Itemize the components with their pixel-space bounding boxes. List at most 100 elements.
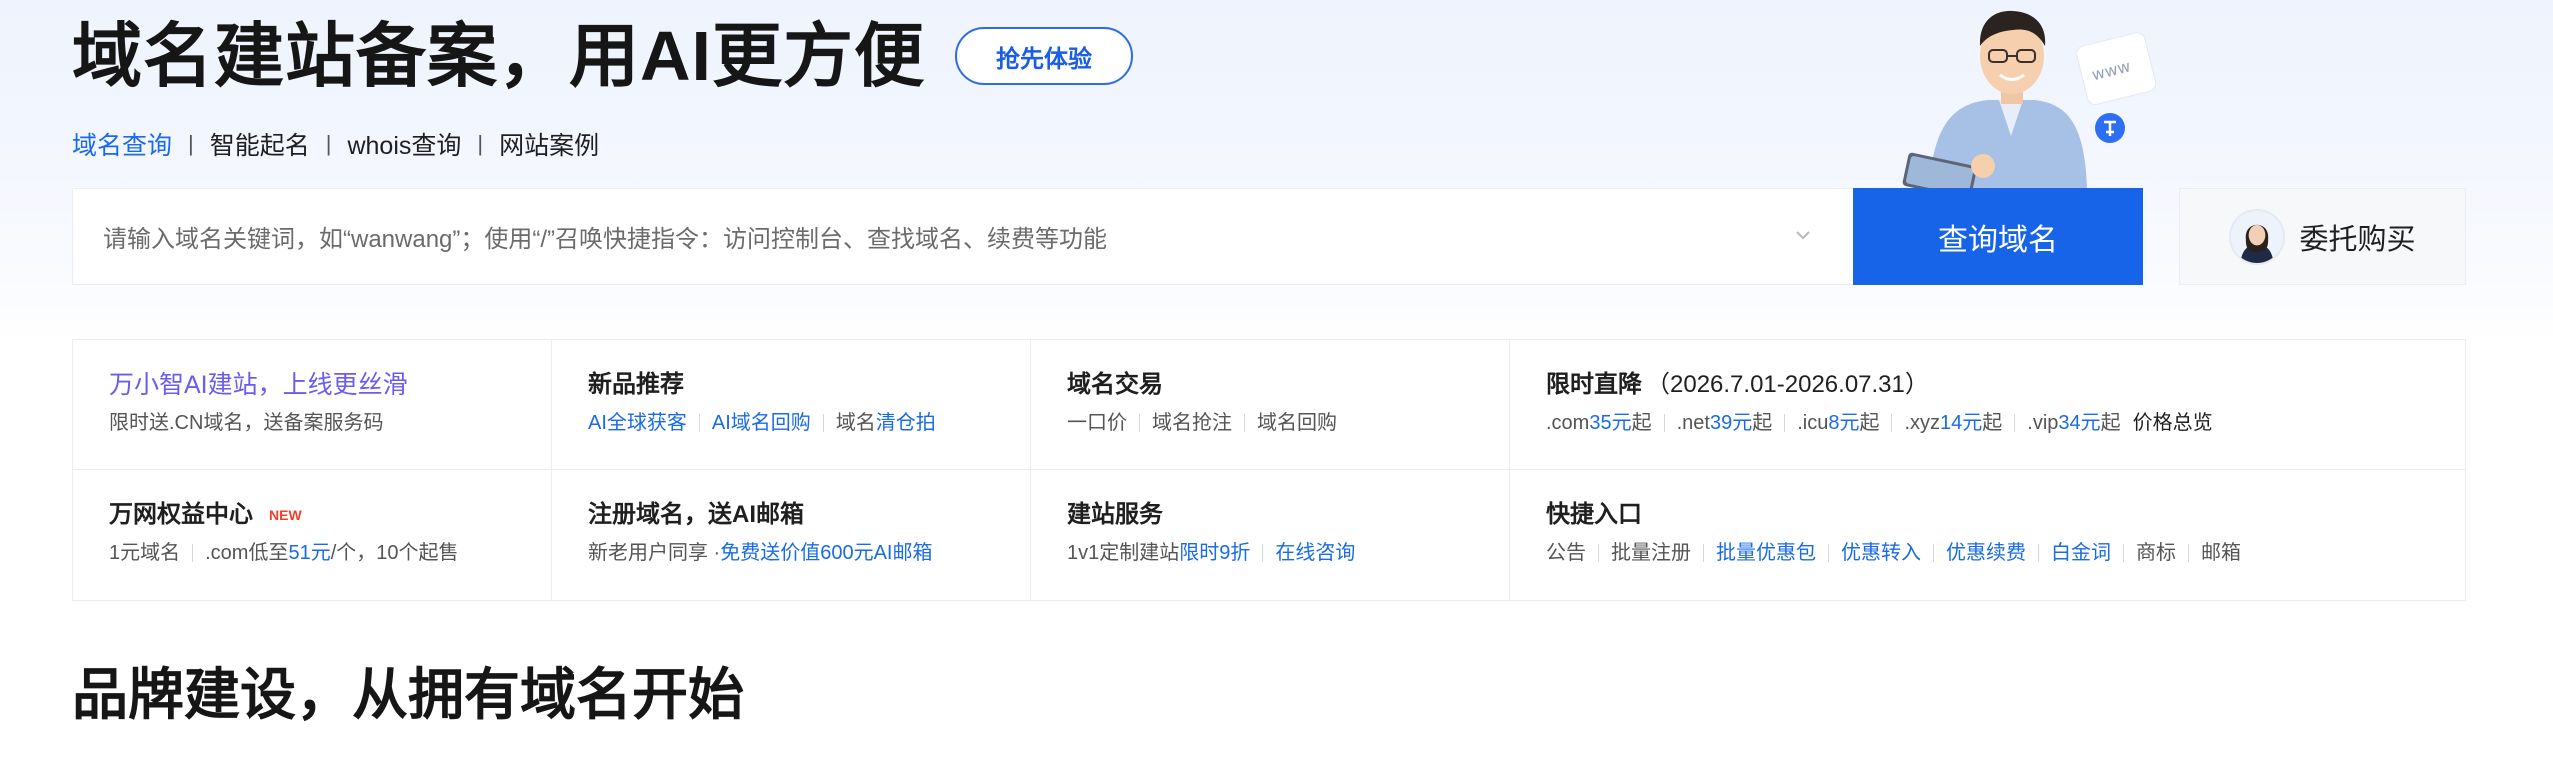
entrust-purchase-button[interactable]: 委托购买: [2179, 188, 2466, 285]
divider: [822, 414, 824, 432]
hero-title: 域名建站备案，用AI更方便: [72, 17, 925, 95]
link-custom-site[interactable]: 1v1定制建站 限时9折: [1067, 540, 1250, 566]
price-com[interactable]: .com 35元起: [1546, 410, 1652, 436]
tld-suffix: 起: [2100, 412, 2121, 434]
tld-label: .icu: [1797, 412, 1829, 434]
link-platinum-words[interactable]: 白金词: [2051, 540, 2111, 566]
tld-price: 34元: [2058, 412, 2101, 434]
tld-label: .xyz: [1904, 412, 1941, 434]
domain-clearance-link[interactable]: 清仓拍: [876, 410, 936, 436]
card-domain-trade: 域名交易 一口价 域名抢注 域名回购: [1031, 340, 1510, 470]
query-domain-button[interactable]: 查询域名: [1853, 188, 2143, 285]
divider: [1139, 414, 1140, 432]
try-now-button[interactable]: 抢先体验: [955, 27, 1133, 85]
sub-nav-separator: |: [188, 131, 194, 156]
link-trademark[interactable]: 商标: [2136, 540, 2176, 566]
link-domain-clearance[interactable]: 域名 清仓拍: [836, 410, 936, 436]
link-bulk-register[interactable]: 批量注册: [1611, 540, 1691, 566]
sub-nav-whois[interactable]: whois查询: [347, 126, 461, 162]
divider: [1784, 414, 1786, 432]
card-ai-site-sub: 限时送.CN域名，送备案服务码: [109, 412, 384, 434]
tld-label: .net: [1676, 412, 1710, 434]
custom-site-discount: 限时9折: [1179, 542, 1251, 564]
card-price-drop-prices: .com 35元起 .net 39元起 .icu 8元起 .xyz 14元起 .vip 3…: [1546, 410, 2465, 436]
link-mailbox[interactable]: 邮箱: [2201, 540, 2241, 566]
price-drop-title: 限时直降: [1546, 371, 1642, 398]
divider: [1828, 544, 1829, 562]
card-register: 注册域名，送AI邮箱 新老用户同享 · 免费送价值600元AI邮箱: [552, 470, 1031, 600]
com-price-suffix: /个，10个起售: [330, 542, 459, 564]
sub-nav-separator: |: [477, 131, 484, 156]
card-domain-trade-title: 域名交易: [1067, 371, 1163, 398]
new-badge: NEW: [269, 507, 302, 523]
divider: [2123, 544, 2124, 562]
link-bulk-discount-pack[interactable]: 批量优惠包: [1716, 540, 1816, 566]
section-title: 品牌建设，从拥有域名开始: [72, 663, 744, 726]
card-benefits-title: 万网权益中心 NEW: [109, 500, 551, 530]
tld-label: .com: [1546, 412, 1590, 434]
tld-suffix: 起: [1631, 412, 1652, 434]
link-domain-buyback[interactable]: 域名回购: [1257, 410, 1337, 436]
chevron-down-icon[interactable]: [1793, 225, 1813, 245]
register-prefix: 新老用户同享 ·: [588, 542, 721, 564]
card-new-products-links: AI全球获客 AI域名回购 域名 清仓拍: [588, 410, 1030, 436]
link-discount-transfer[interactable]: 优惠转入: [1841, 540, 1921, 566]
price-net[interactable]: .net 39元起: [1677, 410, 1773, 436]
card-site-service: 建站服务 1v1定制建站 限时9折 在线咨询: [1031, 470, 1510, 600]
custom-site-prefix: 1v1定制建站: [1067, 542, 1180, 564]
card-register-title: 注册域名，送AI邮箱: [588, 501, 804, 528]
card-quick-entry-links: 公告 批量注册 批量优惠包 优惠转入 优惠续费 白金词 商标 邮箱: [1546, 540, 2465, 566]
sub-nav-separator: |: [325, 131, 332, 156]
divider: [2188, 544, 2189, 562]
promo-grid: 万小智AI建站，上线更丝滑 限时送.CN域名，送备案服务码 新品推荐 AI全球获…: [72, 339, 2466, 601]
tld-suffix: 起: [1752, 412, 1773, 434]
card-ai-site-title[interactable]: 万小智AI建站，上线更丝滑: [109, 370, 551, 400]
sub-nav-smart-naming[interactable]: 智能起名: [210, 126, 310, 162]
link-com-bulk-price[interactable]: .com低至 51元/个，10个起售: [205, 540, 458, 566]
sub-nav-site-cases[interactable]: 网站案例: [499, 126, 599, 162]
sub-nav: 域名查询 | 智能起名 | whois查询 | 网站案例: [72, 126, 599, 162]
card-ai-site[interactable]: 万小智AI建站，上线更丝滑 限时送.CN域名，送备案服务码: [73, 340, 552, 470]
tld-label: .vip: [2027, 412, 2059, 434]
divider: [1933, 544, 1934, 562]
link-ai-domain-buyback[interactable]: AI域名回购: [712, 410, 811, 436]
tld-price: 39元: [1709, 412, 1753, 434]
sub-nav-domain-query[interactable]: 域名查询: [72, 126, 172, 162]
divider: [1598, 544, 1599, 562]
card-site-service-sub: 1v1定制建站 限时9折 在线咨询: [1067, 540, 1509, 566]
benefits-title[interactable]: 万网权益中心: [109, 500, 253, 530]
tld-suffix: 起: [1982, 412, 2003, 434]
link-domain-backorder[interactable]: 域名抢注: [1152, 410, 1232, 436]
price-vip[interactable]: .vip 34元起: [2027, 410, 2120, 436]
card-quick-entry-title: 快捷入口: [1546, 501, 1642, 528]
divider: [1703, 544, 1704, 562]
link-online-consult[interactable]: 在线咨询: [1275, 540, 1355, 566]
link-announcement[interactable]: 公告: [1546, 540, 1586, 566]
price-icu[interactable]: .icu 8元起: [1797, 410, 1879, 436]
divider: [1262, 544, 1264, 562]
divider: [698, 414, 700, 432]
price-xyz[interactable]: .xyz 14元起: [1904, 410, 2002, 436]
card-domain-trade-links: 一口价 域名抢注 域名回购: [1067, 410, 1509, 436]
link-ai-global-customers[interactable]: AI全球获客: [588, 410, 687, 436]
divider: [2038, 544, 2039, 562]
com-price-value: 51元: [288, 542, 331, 564]
tld-suffix: 起: [1859, 412, 1880, 434]
link-free-ai-mailbox[interactable]: 免费送价值600元AI邮箱: [720, 540, 932, 566]
domain-clearance-prefix: 域名: [835, 412, 876, 434]
card-new-products: 新品推荐 AI全球获客 AI域名回购 域名 清仓拍: [552, 340, 1031, 470]
card-benefits-links: 1元域名 .com低至 51元/个，10个起售: [109, 540, 551, 566]
link-discount-renewal[interactable]: 优惠续费: [1946, 540, 2026, 566]
hero: 域名建站备案，用AI更方便 抢先体验: [72, 14, 1133, 98]
link-price-overview[interactable]: 价格总览: [2133, 410, 2213, 436]
card-site-service-title: 建站服务: [1067, 501, 1163, 528]
card-quick-entry: 快捷入口 公告 批量注册 批量优惠包 优惠转入 优惠续费 白金词 商标 邮箱: [1510, 470, 2465, 600]
link-one-yuan-domain[interactable]: 1元域名: [109, 540, 180, 566]
card-price-drop-title: 限时直降 （2026.7.01-2026.07.31）: [1546, 370, 2465, 400]
search-input[interactable]: 请输入域名关键词，如“wanwang”；使用“/”召唤快捷指令：访问控制台、查找…: [72, 188, 1853, 285]
search-placeholder: 请输入域名关键词，如“wanwang”；使用“/”召唤快捷指令：访问控制台、查找…: [103, 226, 1108, 253]
card-new-products-title: 新品推荐: [588, 371, 684, 398]
tld-price: 8元: [1828, 412, 1860, 434]
link-fixed-price[interactable]: 一口价: [1067, 410, 1127, 436]
avatar: [2229, 208, 2286, 265]
